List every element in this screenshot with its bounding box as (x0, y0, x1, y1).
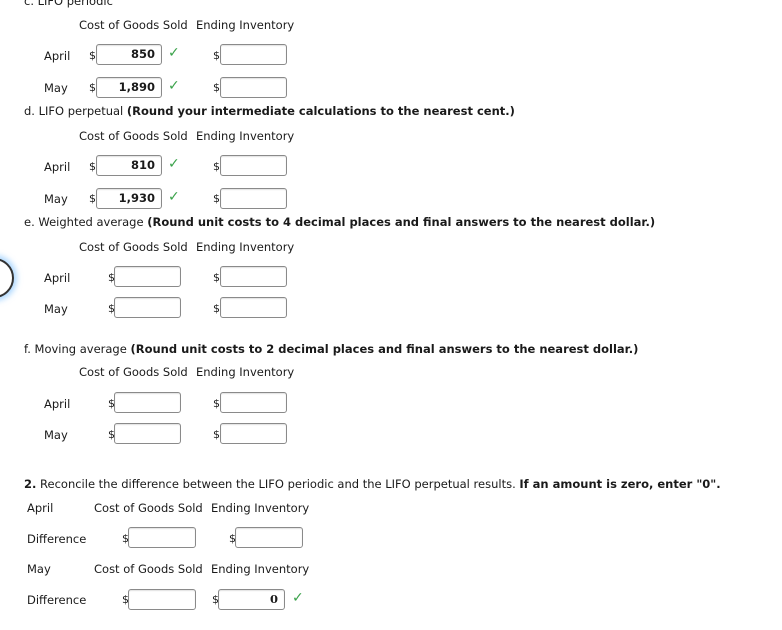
column-header-cogs: Cost of Goods Sold (94, 501, 203, 515)
f-april-ending-inventory-input[interactable] (220, 392, 287, 413)
section-c-title: c. LIFO periodic (24, 0, 113, 8)
row-label-may: May (44, 192, 68, 206)
column-header-cogs: Cost of Goods Sold (79, 240, 188, 254)
correct-check-icon: ✓ (168, 156, 180, 172)
row-label-difference: Difference (27, 532, 87, 546)
question-2-text: Reconcile the difference between the LIF… (36, 477, 520, 491)
section-e-title: e. Weighted average (Round unit costs to… (24, 215, 655, 229)
row-label-may: May (44, 302, 68, 316)
e-april-cogs-input[interactable] (114, 266, 181, 287)
dollar-sign: $ (213, 160, 220, 173)
section-f-title-text: f. Moving average (24, 342, 131, 356)
correct-check-icon: ✓ (292, 590, 304, 606)
d-may-cogs-input[interactable]: 1,930 (96, 188, 162, 209)
column-header-cogs: Cost of Goods Sold (79, 18, 188, 32)
row-label-may: May (44, 428, 68, 442)
row-label-april: April (44, 49, 71, 63)
e-april-ending-inventory-input[interactable] (220, 266, 287, 287)
f-may-cogs-input[interactable] (114, 423, 181, 444)
section-e-instruction: (Round unit costs to 4 decimal places an… (147, 215, 656, 229)
section-d-title: d. LIFO perpetual (Round your intermedia… (24, 104, 515, 118)
column-header-ending-inventory: Ending Inventory (196, 240, 295, 254)
row-label-april: April (44, 160, 71, 174)
f-may-ending-inventory-input[interactable] (220, 423, 287, 444)
column-header-ending-inventory: Ending Inventory (196, 365, 295, 379)
question-number: 2. (24, 477, 37, 491)
question-2-instruction: If an amount is zero, enter "0". (519, 477, 721, 491)
f-april-cogs-input[interactable] (114, 392, 181, 413)
c-april-ending-inventory-input[interactable] (220, 44, 287, 65)
row-label-may: May (44, 81, 68, 95)
navigation-circle-button[interactable] (0, 258, 14, 298)
month-label-may: May (27, 562, 51, 576)
dollar-sign: $ (213, 302, 220, 315)
column-header-ending-inventory: Ending Inventory (211, 501, 310, 515)
e-may-cogs-input[interactable] (114, 297, 181, 318)
correct-check-icon: ✓ (168, 78, 180, 94)
column-header-ending-inventory: Ending Inventory (196, 129, 295, 143)
q2-may-ending-inventory-difference-input[interactable]: 0 (218, 589, 285, 610)
row-label-difference: Difference (27, 593, 87, 607)
dollar-sign: $ (89, 81, 96, 94)
row-label-april: April (44, 397, 71, 411)
d-may-ending-inventory-input[interactable] (220, 188, 287, 209)
dollar-sign: $ (89, 49, 96, 62)
column-header-cogs: Cost of Goods Sold (94, 562, 203, 576)
dollar-sign: $ (213, 271, 220, 284)
column-header-ending-inventory: Ending Inventory (196, 18, 295, 32)
month-label-april: April (27, 501, 54, 515)
question-2-title: 2. Reconcile the difference between the … (24, 477, 721, 491)
e-may-ending-inventory-input[interactable] (220, 297, 287, 318)
correct-check-icon: ✓ (168, 189, 180, 205)
dollar-sign: $ (213, 428, 220, 441)
d-april-cogs-input[interactable]: 810 (96, 155, 162, 176)
dollar-sign: $ (89, 160, 96, 173)
section-d-title-text: d. LIFO perpetual (24, 104, 127, 118)
c-april-cogs-input[interactable]: 850 (96, 44, 162, 65)
section-f-title: f. Moving average (Round unit costs to 2… (24, 342, 638, 356)
dollar-sign: $ (89, 192, 96, 205)
section-d-instruction: (Round your intermediate calculations to… (126, 104, 515, 118)
section-e-title-text: e. Weighted average (24, 215, 148, 229)
c-may-cogs-input[interactable]: 1,890 (96, 77, 162, 98)
dollar-sign: $ (213, 192, 220, 205)
c-may-ending-inventory-input[interactable] (220, 77, 287, 98)
dollar-sign: $ (213, 49, 220, 62)
row-label-april: April (44, 271, 71, 285)
q2-may-cogs-difference-input[interactable] (128, 589, 196, 610)
column-header-cogs: Cost of Goods Sold (79, 365, 188, 379)
section-f-instruction: (Round unit costs to 2 decimal places an… (130, 342, 639, 356)
dollar-sign: $ (213, 397, 220, 410)
q2-april-cogs-difference-input[interactable] (128, 527, 196, 548)
correct-check-icon: ✓ (168, 45, 180, 61)
column-header-cogs: Cost of Goods Sold (79, 129, 188, 143)
dollar-sign: $ (213, 81, 220, 94)
column-header-ending-inventory: Ending Inventory (211, 562, 310, 576)
q2-april-ending-inventory-difference-input[interactable] (235, 527, 303, 548)
d-april-ending-inventory-input[interactable] (220, 155, 287, 176)
